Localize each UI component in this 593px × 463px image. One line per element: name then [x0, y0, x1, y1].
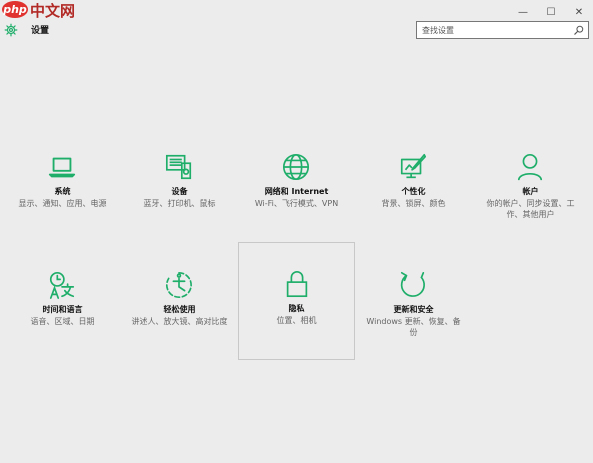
tile-ease-of-access[interactable]: 轻松使用 讲述人、放大镜、高对比度 [121, 263, 238, 381]
tile-description: 你的帐户、同步设置、工作、其他用户 [486, 199, 575, 219]
tile-description: 讲述人、放大镜、高对比度 [131, 317, 228, 326]
gear-icon [4, 23, 18, 37]
personalization-icon [400, 153, 427, 179]
devices-icon [165, 154, 192, 180]
update-icon [400, 271, 425, 297]
lock-icon [286, 271, 308, 298]
globe-icon [282, 153, 310, 181]
tile-label: 帐户 [522, 187, 539, 196]
ease-of-access-icon [165, 271, 192, 298]
tile-label: 个性化 [401, 187, 426, 196]
search-box[interactable] [416, 21, 589, 39]
tile-description: Windows 更新、恢复、备份 [366, 317, 461, 337]
person-icon [517, 153, 543, 181]
tile-label: 隐私 [288, 304, 305, 313]
tile-time-language[interactable]: 时间和语言 语音、区域、日期 [4, 263, 121, 381]
tile-label: 网络和 Internet [264, 187, 329, 196]
minimize-button[interactable]: — [509, 6, 537, 19]
tile-description: 蓝牙、打印机、鼠标 [143, 199, 216, 208]
tile-label: 系统 [54, 187, 71, 196]
tile-update-security[interactable]: 更新和安全 Windows 更新、恢复、备份 [355, 263, 472, 381]
tile-description: 显示、通知、应用、电源 [18, 199, 107, 208]
maximize-button[interactable]: ☐ [537, 6, 565, 19]
time-language-icon [49, 271, 75, 299]
tile-description: 背景、锁屏、颜色 [381, 199, 446, 208]
tile-label: 时间和语言 [42, 305, 83, 314]
tile-privacy[interactable]: 隐私 位置、相机 [238, 242, 355, 360]
tile-system[interactable]: 系统 显示、通知、应用、电源 [4, 145, 121, 263]
tile-description: 语音、区域、日期 [30, 317, 95, 326]
window-controls: — ☐ ✕ [509, 0, 593, 18]
watermark-badge: php [2, 1, 28, 18]
search-input[interactable] [417, 22, 572, 38]
tile-personalization[interactable]: 个性化 背景、锁屏、颜色 [355, 145, 472, 263]
watermark-text: 中文网 [30, 2, 76, 20]
tile-accounts[interactable]: 帐户 你的帐户、同步设置、工作、其他用户 [472, 145, 589, 263]
search-icon[interactable] [574, 25, 584, 35]
close-button[interactable]: ✕ [565, 6, 593, 19]
tile-label: 轻松使用 [163, 305, 196, 314]
tile-label: 更新和安全 [393, 305, 434, 314]
tile-devices[interactable]: 设备 蓝牙、打印机、鼠标 [121, 145, 238, 263]
app-title: 设置 [31, 26, 50, 36]
tile-description: 位置、相机 [276, 316, 317, 325]
tile-description: Wi-Fi、飞行模式、VPN [254, 199, 339, 208]
laptop-icon [48, 157, 76, 178]
tile-label: 设备 [171, 187, 188, 196]
